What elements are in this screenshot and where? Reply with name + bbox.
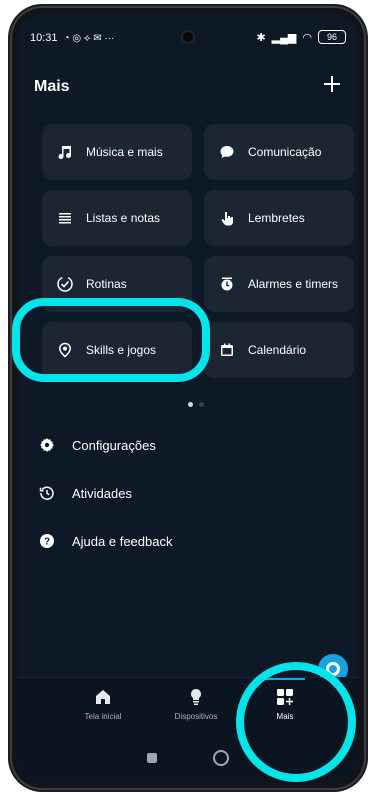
notification-icons: ◔ ◎ ⟡ ✉ ··· — [63, 32, 115, 44]
highlight-more-annotation — [236, 662, 356, 782]
chat-bubble-icon — [218, 143, 236, 161]
tile-calendario[interactable]: Calendário — [204, 322, 354, 378]
nav-devices[interactable]: Dispositivos — [151, 688, 241, 738]
tile-alarmes[interactable]: Alarmes e timers — [204, 256, 354, 312]
alarm-clock-icon — [218, 275, 236, 293]
status-time: 10:31 — [30, 32, 58, 44]
tile-comunicacao[interactable]: Comunicação — [204, 124, 354, 180]
page-dot — [199, 402, 204, 407]
svg-text:?: ? — [44, 537, 50, 548]
nav-label: Dispositivos — [174, 712, 218, 721]
nav-home[interactable]: Tela inicial — [58, 688, 148, 738]
menu-configuracoes[interactable]: Configurações — [38, 436, 156, 454]
status-bar: 10:31 ◔ ◎ ⟡ ✉ ··· ✱ ▂▄▆ ◠ 96 — [18, 14, 358, 52]
help-icon: ? — [38, 532, 56, 550]
page-indicator — [188, 402, 204, 407]
music-note-icon — [56, 143, 74, 161]
header: Mais — [18, 72, 358, 104]
camera-hole — [183, 32, 193, 42]
menu-label: Ajuda e feedback — [72, 533, 173, 549]
battery-icon: 96 — [318, 30, 346, 44]
status-right: ✱ ▂▄▆ ◠ 96 — [256, 30, 346, 44]
menu-atividades[interactable]: Atividades — [38, 484, 132, 502]
tile-musica[interactable]: Música e mais — [42, 124, 192, 180]
wifi-icon: ◠ — [302, 31, 312, 44]
tile-label: Alarmes e timers — [248, 277, 339, 291]
add-button[interactable] — [318, 70, 346, 98]
tile-label: Calendário — [248, 343, 307, 357]
menu-ajuda[interactable]: ? Ajuda e feedback — [38, 532, 172, 550]
menu-label: Configurações — [72, 437, 156, 453]
history-icon — [38, 484, 56, 502]
routine-check-icon — [56, 275, 74, 293]
recents-button[interactable] — [147, 753, 157, 763]
tile-label: Listas e notas — [86, 211, 161, 225]
lightbulb-icon — [191, 689, 201, 705]
tile-listas[interactable]: Listas e notas — [42, 190, 192, 246]
tile-label: Lembretes — [248, 211, 305, 225]
signal-icon: ▂▄▆ — [271, 31, 297, 44]
tile-label: Comunicação — [248, 145, 322, 159]
nav-label: Tela inicial — [84, 712, 122, 721]
tile-label: Rotinas — [86, 277, 127, 291]
home-icon — [96, 690, 110, 704]
list-icon — [56, 209, 74, 227]
calendar-icon — [218, 341, 236, 359]
page-title: Mais — [34, 78, 70, 95]
menu-label: Atividades — [72, 485, 132, 501]
tile-label: Música e mais — [86, 145, 163, 159]
bluetooth-icon: ✱ — [256, 31, 266, 44]
home-system-button[interactable] — [213, 750, 229, 766]
status-left: 10:31 ◔ ◎ ⟡ ✉ ··· — [30, 32, 114, 44]
highlight-skills-annotation — [12, 298, 210, 382]
tile-lembretes[interactable]: Lembretes — [204, 190, 354, 246]
gear-icon — [38, 436, 56, 454]
hand-pointer-icon — [218, 209, 236, 227]
page-dot-active — [188, 402, 193, 407]
plus-icon — [324, 76, 340, 92]
